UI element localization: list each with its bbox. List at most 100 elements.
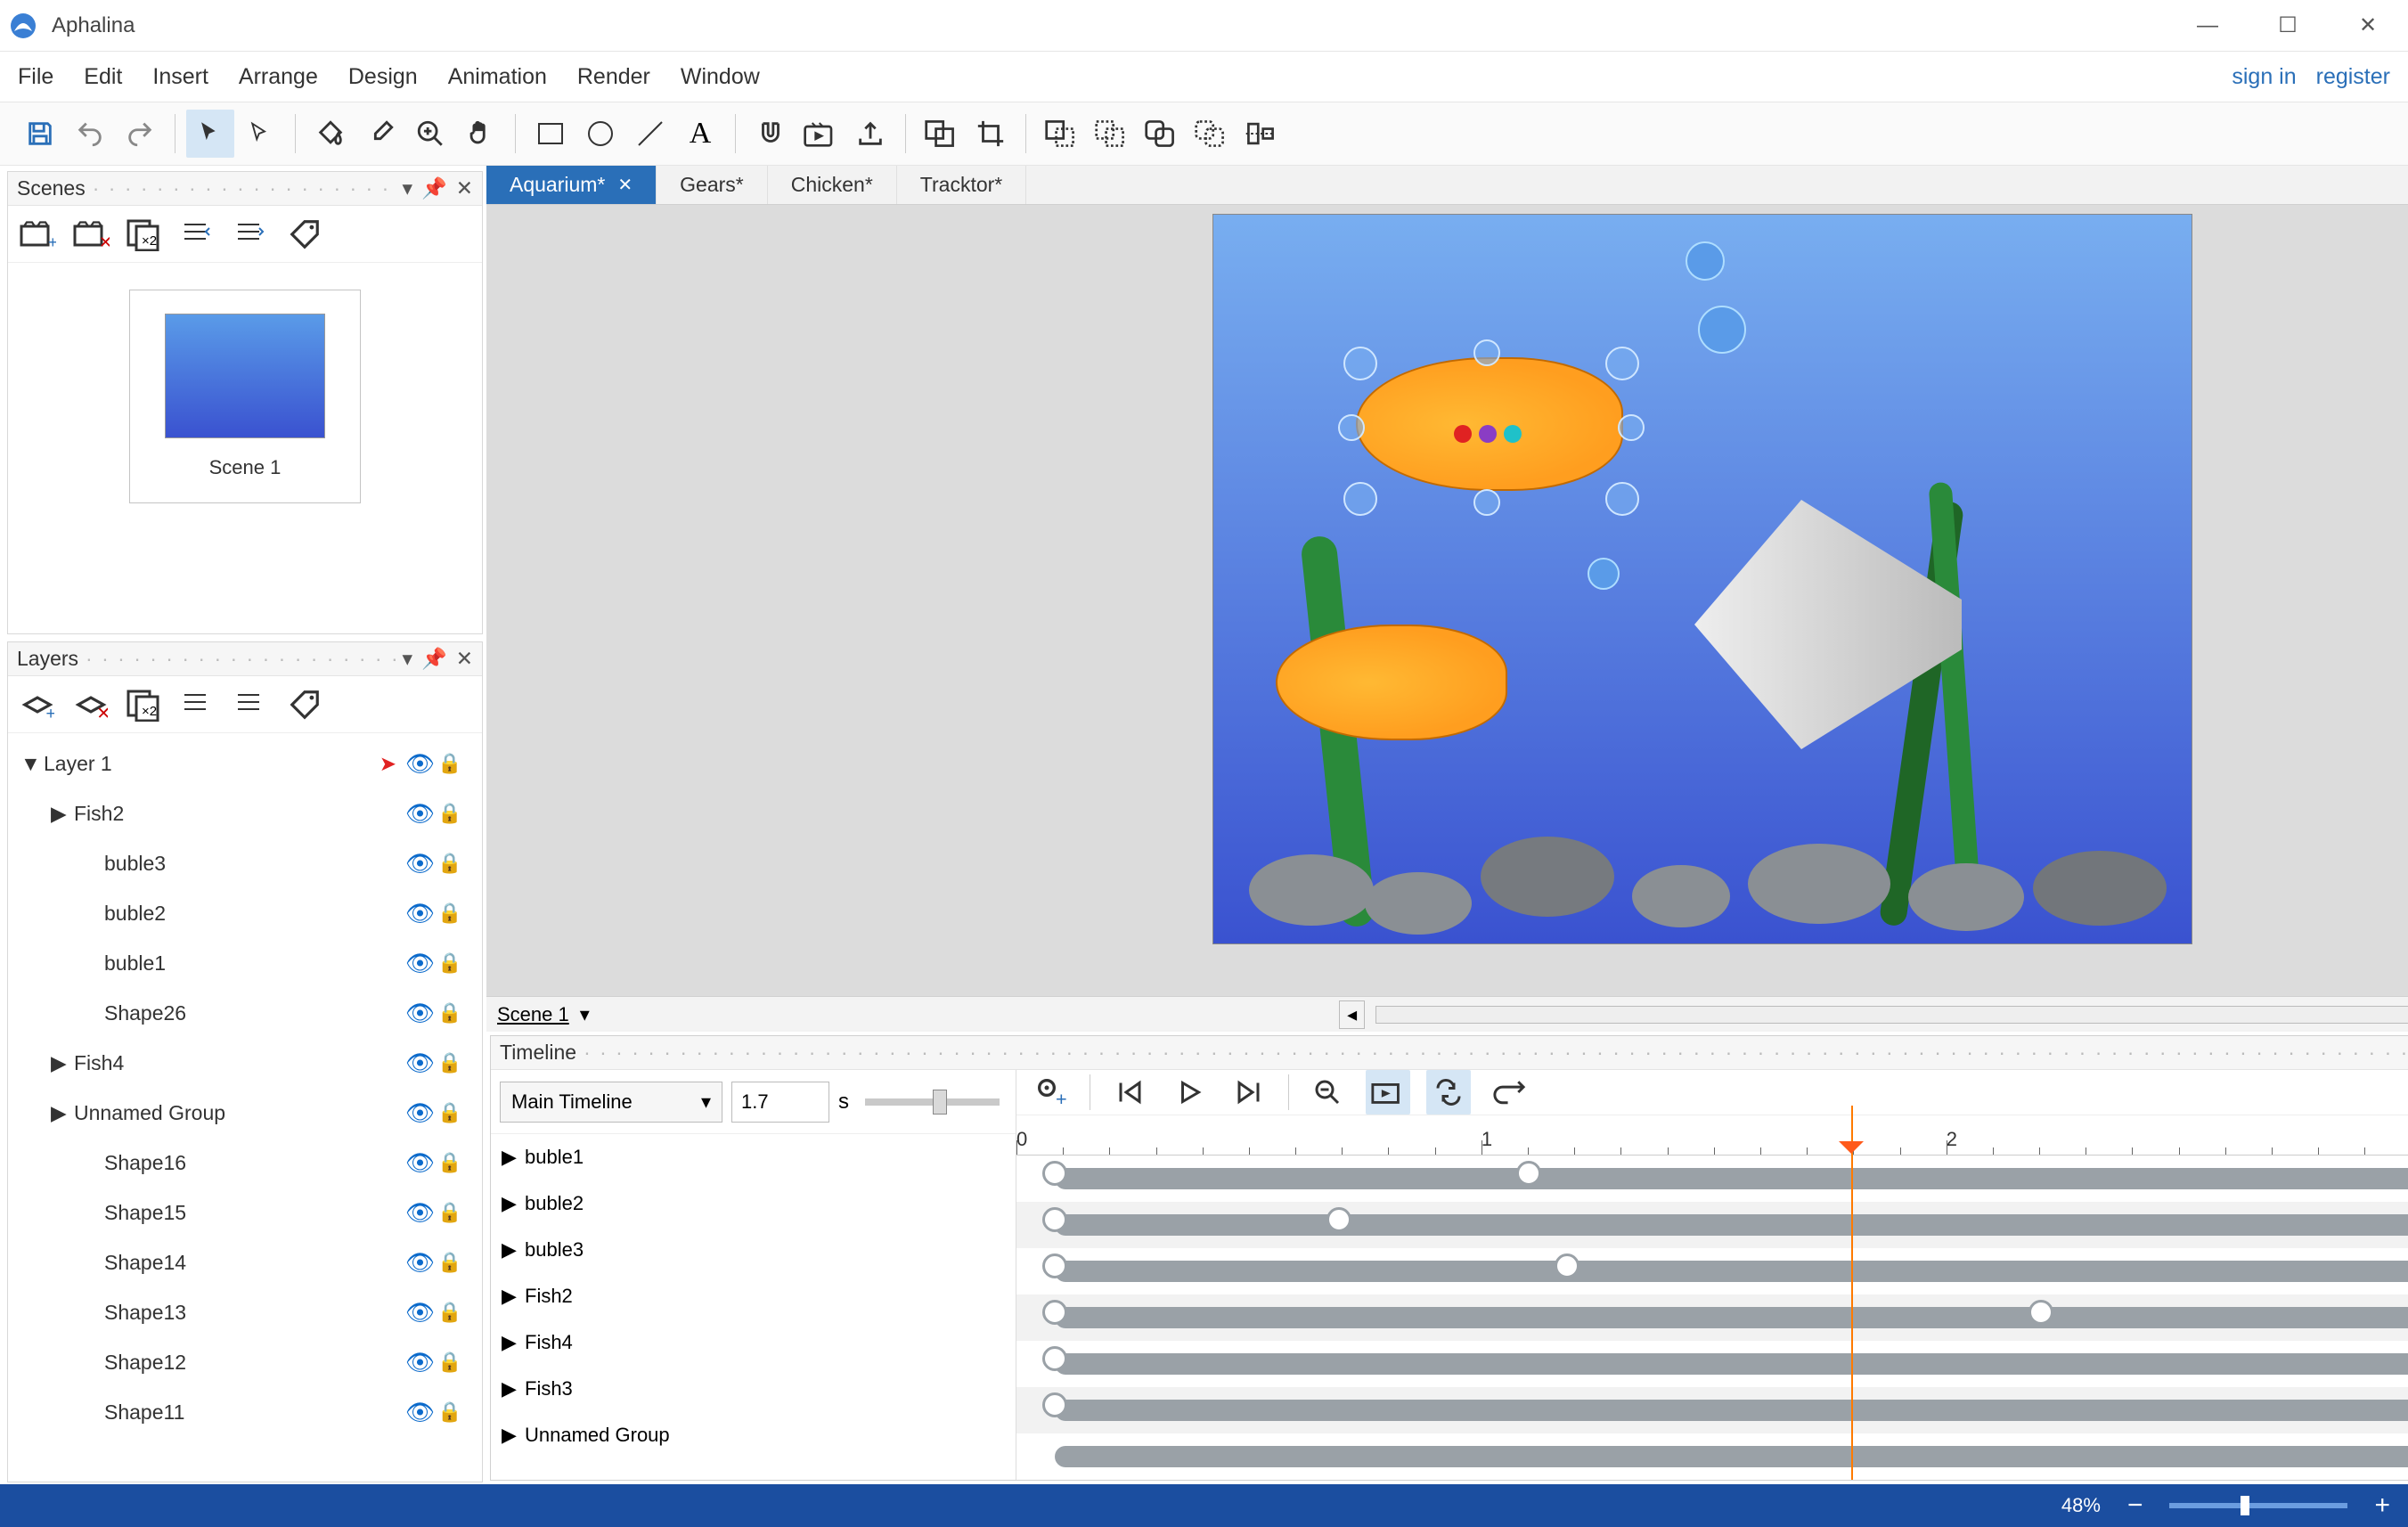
menu-window[interactable]: Window xyxy=(681,64,760,90)
select-tool-icon[interactable] xyxy=(186,110,234,158)
menu-arrange[interactable]: Arrange xyxy=(239,64,318,90)
layer-row[interactable]: Shape14👁🔒 xyxy=(8,1237,482,1287)
panel-dropdown-icon[interactable]: ▾ xyxy=(403,176,413,200)
layer-tag-icon[interactable] xyxy=(282,682,327,727)
visibility-eye-icon[interactable]: 👁 xyxy=(405,1399,437,1426)
timeline-lane[interactable] xyxy=(1016,1155,2408,1202)
magnet-icon[interactable] xyxy=(747,110,795,158)
doc-tab[interactable]: Gears* xyxy=(657,166,768,204)
lock-icon[interactable]: 🔒 xyxy=(437,852,469,875)
redo-icon[interactable] xyxy=(116,110,164,158)
lock-icon[interactable]: 🔒 xyxy=(437,752,469,775)
union-icon[interactable] xyxy=(1037,110,1085,158)
lock-icon[interactable]: 🔒 xyxy=(437,1201,469,1224)
visibility-eye-icon[interactable]: 👁 xyxy=(405,1249,437,1277)
visibility-eye-icon[interactable]: 👁 xyxy=(405,950,437,977)
expand-arrow-icon[interactable]: ▶ xyxy=(502,1331,525,1354)
layer-row[interactable]: ▶Unnamed Group👁🔒 xyxy=(8,1088,482,1138)
combine-icon[interactable] xyxy=(917,110,965,158)
timeline-lane[interactable] xyxy=(1016,1433,2408,1480)
visibility-eye-icon[interactable]: 👁 xyxy=(405,800,437,828)
lock-icon[interactable]: 🔒 xyxy=(437,902,469,925)
keyframe[interactable] xyxy=(1042,1392,1067,1417)
crop-icon[interactable] xyxy=(967,110,1015,158)
timeline-track[interactable]: ▶buble2 xyxy=(491,1180,1016,1227)
keyframe[interactable] xyxy=(1042,1161,1067,1186)
undo-icon[interactable] xyxy=(66,110,114,158)
lock-icon[interactable]: 🔒 xyxy=(437,1301,469,1324)
breadcrumb-scene[interactable]: Scene 1 xyxy=(497,1003,569,1026)
lock-icon[interactable]: 🔒 xyxy=(437,1001,469,1025)
timeline-lane[interactable] xyxy=(1016,1387,2408,1433)
expand-arrow-icon[interactable]: ▶ xyxy=(502,1377,525,1400)
timeline-lane[interactable] xyxy=(1016,1341,2408,1387)
fish2-shape[interactable] xyxy=(1356,357,1623,491)
keyframe[interactable] xyxy=(1042,1346,1067,1371)
pin-icon[interactable]: 📌 xyxy=(421,176,447,200)
tab-close-icon[interactable]: ✕ xyxy=(617,174,633,196)
register-link[interactable]: register xyxy=(2316,64,2390,90)
menu-animation[interactable]: Animation xyxy=(448,64,547,90)
delete-layer-icon[interactable]: ✕ xyxy=(69,682,113,727)
keyframe[interactable] xyxy=(1555,1253,1579,1278)
visibility-eye-icon[interactable]: 👁 xyxy=(405,1149,437,1177)
expand-arrow-icon[interactable]: ▶ xyxy=(502,1424,525,1447)
scene-list2-icon[interactable] xyxy=(229,212,273,257)
timeline-track[interactable]: ▶Unnamed Group xyxy=(491,1412,1016,1458)
menu-design[interactable]: Design xyxy=(348,64,418,90)
keyframe[interactable] xyxy=(1042,1207,1067,1232)
panel-close-icon[interactable]: ✕ xyxy=(456,176,473,200)
visibility-eye-icon[interactable]: 👁 xyxy=(405,750,437,778)
menu-insert[interactable]: Insert xyxy=(152,64,208,90)
text-tool-icon[interactable]: A xyxy=(676,110,724,158)
expand-arrow-icon[interactable]: ▶ xyxy=(502,1238,525,1262)
tag-icon[interactable] xyxy=(282,212,327,257)
eyedropper-icon[interactable] xyxy=(356,110,404,158)
layer-row[interactable]: Shape13👁🔒 xyxy=(8,1287,482,1337)
menu-render[interactable]: Render xyxy=(577,64,650,90)
layer-order2-icon[interactable] xyxy=(229,682,273,727)
exclude-icon[interactable] xyxy=(1187,110,1235,158)
layer-row[interactable]: buble2👁🔒 xyxy=(8,888,482,938)
timeline-track[interactable]: ▶buble1 xyxy=(491,1134,1016,1180)
fill-bucket-icon[interactable] xyxy=(306,110,355,158)
export-icon[interactable] xyxy=(846,110,894,158)
layer-row[interactable]: ▶Fish4👁🔒 xyxy=(8,1038,482,1088)
go-end-icon[interactable] xyxy=(1228,1070,1272,1115)
lock-icon[interactable]: 🔒 xyxy=(437,802,469,825)
timeline-selector[interactable]: Main Timeline▾ xyxy=(500,1082,722,1123)
expand-arrow-icon[interactable]: ▶ xyxy=(51,1051,74,1075)
lock-icon[interactable]: 🔒 xyxy=(437,1400,469,1424)
lock-icon[interactable]: 🔒 xyxy=(437,1151,469,1174)
layer-row[interactable]: ▶Fish2👁🔒 xyxy=(8,788,482,838)
intersect-icon[interactable] xyxy=(1137,110,1185,158)
timeline-track[interactable]: ▶buble3 xyxy=(491,1227,1016,1273)
timeline-track[interactable]: ▶Fish4 xyxy=(491,1319,1016,1366)
menu-file[interactable]: File xyxy=(18,64,53,90)
preview-mode-icon[interactable] xyxy=(1366,1070,1410,1115)
keyframe[interactable] xyxy=(2028,1300,2053,1325)
line-tool-icon[interactable] xyxy=(626,110,674,158)
timeline-zoom-icon[interactable] xyxy=(1305,1070,1350,1115)
save-icon[interactable] xyxy=(16,110,64,158)
lock-icon[interactable]: 🔒 xyxy=(437,1251,469,1274)
timeline-time-input[interactable]: 1.7 xyxy=(731,1082,829,1123)
lock-icon[interactable]: 🔒 xyxy=(437,951,469,975)
layer-row[interactable]: buble1👁🔒 xyxy=(8,938,482,988)
panel-dropdown-icon[interactable]: ▾ xyxy=(403,647,413,671)
layer-row[interactable]: Shape11👁🔒 xyxy=(8,1387,482,1437)
expand-arrow-icon[interactable]: ▼ xyxy=(20,752,44,776)
media-icon[interactable] xyxy=(796,110,845,158)
layer-row[interactable]: buble3👁🔒 xyxy=(8,838,482,888)
direct-select-tool-icon[interactable] xyxy=(236,110,284,158)
ellipse-tool-icon[interactable] xyxy=(576,110,624,158)
go-start-icon[interactable] xyxy=(1106,1070,1151,1115)
expand-arrow-icon[interactable]: ▶ xyxy=(51,802,74,826)
expand-arrow-icon[interactable]: ▶ xyxy=(502,1192,525,1215)
loop-icon[interactable] xyxy=(1426,1070,1471,1115)
subtract-icon[interactable] xyxy=(1087,110,1135,158)
timeline-lane[interactable] xyxy=(1016,1202,2408,1248)
keyframe[interactable] xyxy=(1516,1161,1541,1186)
hscroll-left-icon[interactable]: ◂ xyxy=(1339,1000,1365,1029)
panel-close-icon[interactable]: ✕ xyxy=(456,647,473,671)
